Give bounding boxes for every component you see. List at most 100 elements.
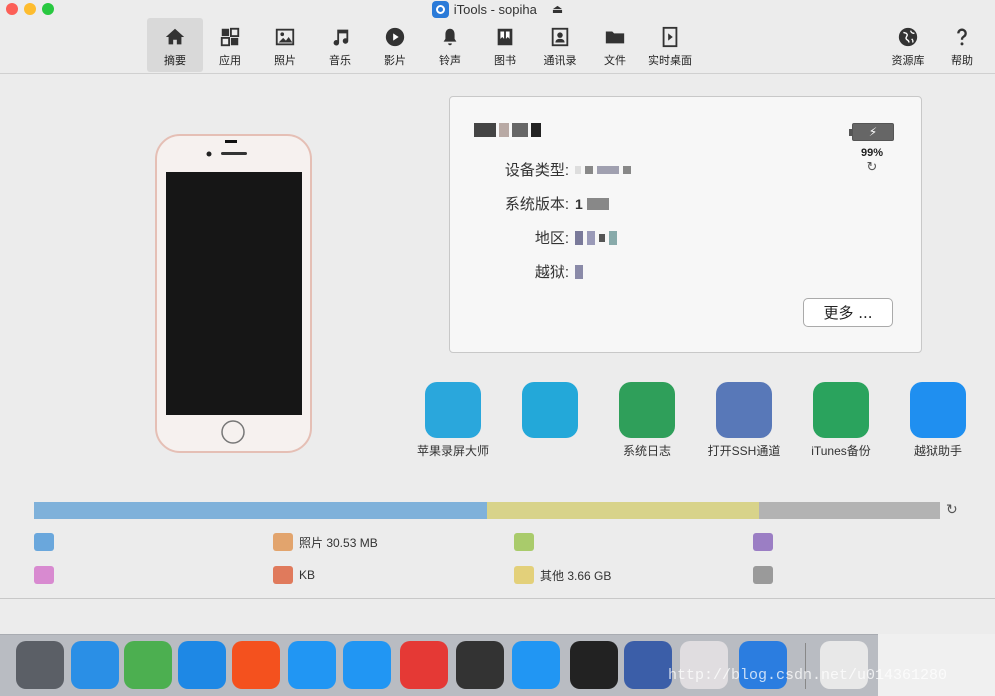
device-type-value <box>575 159 631 180</box>
tab-label: 摘要 <box>164 55 186 67</box>
more-button[interactable]: 更多 ... <box>803 298 893 327</box>
tab-books[interactable]: 图书 <box>477 18 533 72</box>
tab-label: 铃声 <box>439 55 461 67</box>
storage-segment-yellow <box>487 502 759 519</box>
os-version-row: 系统版本: 1 <box>474 193 804 214</box>
storage-segment-blue <box>34 502 487 519</box>
dock-app-icon[interactable] <box>16 641 64 689</box>
dock-app-icon[interactable] <box>178 641 226 689</box>
dock-app-icon[interactable] <box>71 641 119 689</box>
legend-icon <box>34 566 54 584</box>
tool-screen-recorder[interactable]: 苹果录屏大师 <box>405 382 501 459</box>
tool-itunes-backup[interactable]: iTunes备份 <box>793 382 889 459</box>
help-button[interactable]: 帮助 <box>934 18 990 72</box>
tool-jailbreak-assistant[interactable]: 越狱助手 <box>890 382 986 459</box>
dock-app-icon[interactable] <box>288 641 336 689</box>
watermark-text: http://blog.csdn.net/u014361280 <box>668 667 948 684</box>
tab-photos[interactable]: 照片 <box>257 18 313 72</box>
tab-files[interactable]: 文件 <box>587 18 643 72</box>
main-toolbar: 摘要 应用 照片 音乐 影片 铃声 图书 通讯录 文件 实时桌面 资源库 帮助 <box>0 18 995 74</box>
tool-label: iTunes备份 <box>811 444 871 458</box>
storage-segment-gray <box>758 502 940 519</box>
jailbreak-value <box>575 261 583 282</box>
device-name <box>474 123 546 137</box>
region-row: 地区: <box>474 227 804 248</box>
dock-app-icon[interactable] <box>400 641 448 689</box>
library-button[interactable]: 资源库 <box>880 18 936 72</box>
screen-icon <box>642 24 698 50</box>
legend-icon <box>514 566 534 584</box>
tab-music[interactable]: 音乐 <box>312 18 368 72</box>
legend-icon <box>753 566 773 584</box>
storage-usage-bar <box>34 502 940 519</box>
summary-panel: 设备类型: 系统版本: 1 地区: 越狱: ⚡ 99% ↻ 更多 ... 苹果录… <box>0 74 995 598</box>
tool-system-log[interactable]: 系统日志 <box>599 382 695 459</box>
desktop-background <box>878 634 995 696</box>
dock-app-icon[interactable] <box>512 641 560 689</box>
dock-app-icon[interactable] <box>343 641 391 689</box>
tab-label: 音乐 <box>329 55 351 67</box>
tab-label: 图书 <box>494 55 516 67</box>
tab-label: 影片 <box>384 55 406 67</box>
tab-label: 帮助 <box>951 55 973 67</box>
legend-icon <box>273 533 293 551</box>
eject-icon[interactable]: ⏏ <box>552 2 563 16</box>
tab-label: 资源库 <box>891 55 925 67</box>
storage-legend-item <box>34 566 60 584</box>
tab-videos[interactable]: 影片 <box>367 18 423 72</box>
tab-label: 通讯录 <box>543 55 577 67</box>
tools-row: 苹果录屏大师 系统日志 打开SSH通道 iTunes备份 越狱助手 <box>405 382 995 492</box>
tab-ringtones[interactable]: 铃声 <box>422 18 478 72</box>
help-icon <box>934 24 990 50</box>
os-version-value: 1 <box>575 193 609 214</box>
dock-app-icon[interactable] <box>624 641 672 689</box>
tab-live-desktop[interactable]: 实时桌面 <box>642 18 698 72</box>
os-version-text: 1 <box>575 195 583 212</box>
screen-recorder-icon <box>425 382 481 438</box>
titlebar: iTools - sopiha ⏏ <box>0 0 995 18</box>
tool-unknown[interactable] <box>502 382 598 442</box>
play-icon <box>367 24 423 50</box>
tool-label: 苹果录屏大师 <box>416 444 489 458</box>
storage-legend-item <box>34 533 60 551</box>
globe-icon <box>880 24 936 50</box>
storage-legend-item <box>514 533 540 551</box>
photo-icon <box>257 24 313 50</box>
storage-legend-item: KB <box>273 566 315 584</box>
refresh-battery-icon[interactable]: ↻ <box>860 159 884 175</box>
bell-icon <box>422 24 478 50</box>
legend-icon <box>34 533 54 551</box>
music-icon <box>312 24 368 50</box>
tab-summary[interactable]: 摘要 <box>147 18 203 72</box>
tab-label: 照片 <box>274 55 296 67</box>
dock-app-icon[interactable] <box>570 641 618 689</box>
legend-icon <box>753 533 773 551</box>
tool-ssh-tunnel[interactable]: 打开SSH通道 <box>696 382 792 459</box>
device-info-card: 设备类型: 系统版本: 1 地区: 越狱: ⚡ 99% ↻ 更多 ... <box>449 96 922 353</box>
contacts-icon <box>532 24 588 50</box>
os-version-label: 系统版本: <box>504 196 569 213</box>
home-icon <box>147 24 203 50</box>
tab-apps[interactable]: 应用 <box>202 18 258 72</box>
legend-icon <box>514 533 534 551</box>
folder-icon <box>587 24 643 50</box>
battery-icon: ⚡ <box>849 123 894 141</box>
legend-text: 其他 3.66 GB <box>540 568 612 583</box>
system-log-icon <box>619 382 675 438</box>
region-value <box>575 227 617 248</box>
dock-app-icon[interactable] <box>124 641 172 689</box>
tab-label: 文件 <box>604 55 626 67</box>
status-bar <box>0 598 995 634</box>
storage-legend-item <box>753 533 779 551</box>
jailbreak-label: 越狱: <box>534 264 569 281</box>
tab-label: 应用 <box>219 55 241 67</box>
legend-text: 照片 30.53 MB <box>299 535 378 550</box>
tab-contacts[interactable]: 通讯录 <box>532 18 588 72</box>
refresh-storage-icon[interactable]: ↻ <box>946 501 958 518</box>
dock-app-icon[interactable] <box>456 641 504 689</box>
dock-app-icon[interactable] <box>232 641 280 689</box>
legend-icon <box>273 566 293 584</box>
itunes-backup-icon <box>813 382 869 438</box>
tab-label: 实时桌面 <box>648 55 692 67</box>
book-icon <box>477 24 533 50</box>
